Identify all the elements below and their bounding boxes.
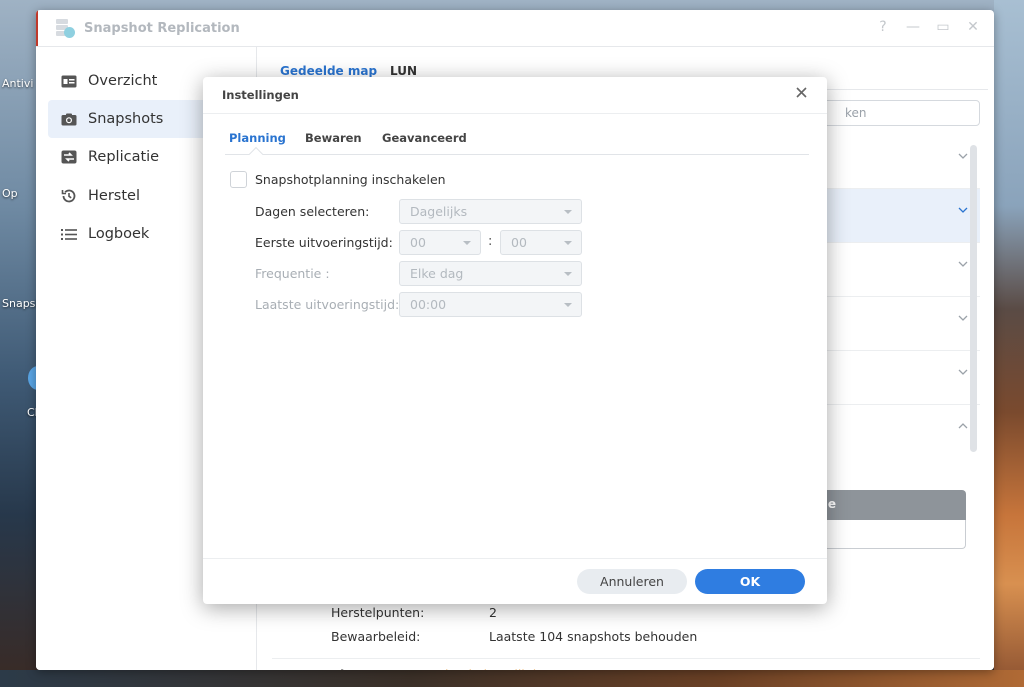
tab-gedeelde-map[interactable]: Gedeelde map	[280, 64, 377, 78]
days-value: Dagelijks	[410, 204, 468, 219]
share-name: photo	[331, 667, 372, 670]
close-icon[interactable]: ✕	[966, 19, 980, 35]
first-run-hour-select[interactable]: 00	[399, 230, 481, 255]
frequency-select[interactable]: Elke dag	[399, 261, 582, 286]
chevron-down-icon[interactable]	[958, 315, 968, 325]
table-header: tie	[818, 490, 966, 520]
frequency-label: Frequentie :	[255, 266, 330, 281]
help-icon[interactable]: ?	[876, 19, 890, 35]
close-icon[interactable]	[795, 86, 809, 100]
detail-value: 2	[489, 605, 497, 620]
desktop-icon-label[interactable]: Antivi	[2, 77, 33, 90]
desktop-wallpaper	[994, 0, 1024, 687]
detail-label: Bewaarbeleid:	[331, 629, 421, 644]
settings-dialog: Instellingen Planning Bewaren Geavanceer…	[203, 77, 827, 604]
sidebar-item-label: Herstel	[88, 188, 140, 204]
days-select[interactable]: Dagelijks	[399, 199, 582, 224]
dialog-title: Instellingen	[222, 88, 299, 102]
list-icon	[60, 226, 78, 242]
camera-icon	[60, 111, 78, 127]
detail-label: Herstelpunten:	[331, 605, 425, 620]
sidebar-item-label: Overzicht	[88, 73, 158, 89]
chevron-down-icon	[564, 272, 572, 276]
divider	[272, 658, 980, 659]
chevron-up-icon[interactable]	[958, 423, 968, 433]
history-icon	[60, 188, 78, 204]
enable-schedule-label[interactable]: Snapshotplanning inschakelen	[255, 172, 446, 187]
share-separator: -	[372, 667, 384, 670]
days-label: Dagen selecteren:	[255, 204, 370, 219]
tab-bewaren[interactable]: Bewaren	[305, 131, 362, 145]
sidebar-item-label: Snapshots	[88, 111, 164, 127]
divider	[203, 558, 827, 559]
last-run-value: 00:00	[410, 297, 447, 312]
chevron-down-icon[interactable]	[958, 369, 968, 379]
last-run-select[interactable]: 00:00	[399, 292, 582, 317]
first-run-minute-select[interactable]: 00	[500, 230, 582, 255]
chevron-down-icon[interactable]	[958, 207, 968, 217]
tab-divider	[225, 154, 809, 155]
enable-schedule-checkbox[interactable]	[230, 171, 247, 188]
minimize-icon[interactable]: —	[906, 19, 920, 35]
desktop-icon-label[interactable]: Op	[2, 187, 18, 200]
title-bar[interactable]: Snapshot Replication ? — ▭ ✕	[36, 10, 994, 47]
search-placeholder: ken	[845, 106, 867, 120]
table-body	[818, 520, 966, 549]
overview-icon	[60, 73, 78, 89]
first-run-minute-value: 00	[511, 235, 527, 250]
chevron-down-icon[interactable]	[958, 153, 968, 163]
first-run-label: Eerste uitvoeringstijd:	[255, 235, 393, 250]
tab-lun[interactable]: LUN	[390, 64, 417, 78]
window-title: Snapshot Replication	[84, 20, 240, 36]
maximize-icon[interactable]: ▭	[936, 19, 950, 35]
replication-icon	[60, 149, 78, 165]
share-status: Geen geplande beveiliging	[384, 667, 552, 670]
chevron-down-icon[interactable]	[958, 261, 968, 271]
divider	[203, 113, 827, 114]
chevron-down-icon	[564, 303, 572, 307]
shared-folder-item[interactable]: photo - Geen geplande beveiliging	[331, 667, 552, 670]
first-run-hour-value: 00	[410, 235, 426, 250]
tab-planning[interactable]: Planning	[229, 131, 286, 145]
chevron-down-icon	[564, 210, 572, 214]
chevron-down-icon	[463, 241, 471, 245]
tab-geavanceerd[interactable]: Geavanceerd	[382, 131, 467, 145]
snapshot-replication-app-icon	[54, 17, 76, 39]
active-tab-indicator	[248, 146, 264, 162]
cancel-button[interactable]: Annuleren	[577, 569, 687, 594]
frequency-value: Elke dag	[410, 266, 464, 281]
detail-value: Laatste 104 snapshots behouden	[489, 629, 698, 644]
time-separator: :	[488, 234, 493, 249]
sidebar-item-label: Logboek	[88, 226, 150, 242]
scrollbar[interactable]	[970, 145, 977, 452]
chevron-down-icon	[564, 241, 572, 245]
desktop-wallpaper-bottom	[0, 670, 1024, 687]
last-run-label: Laatste uitvoeringstijd:	[255, 297, 400, 312]
ok-button[interactable]: OK	[695, 569, 805, 594]
sidebar-item-label: Replicatie	[88, 149, 160, 165]
